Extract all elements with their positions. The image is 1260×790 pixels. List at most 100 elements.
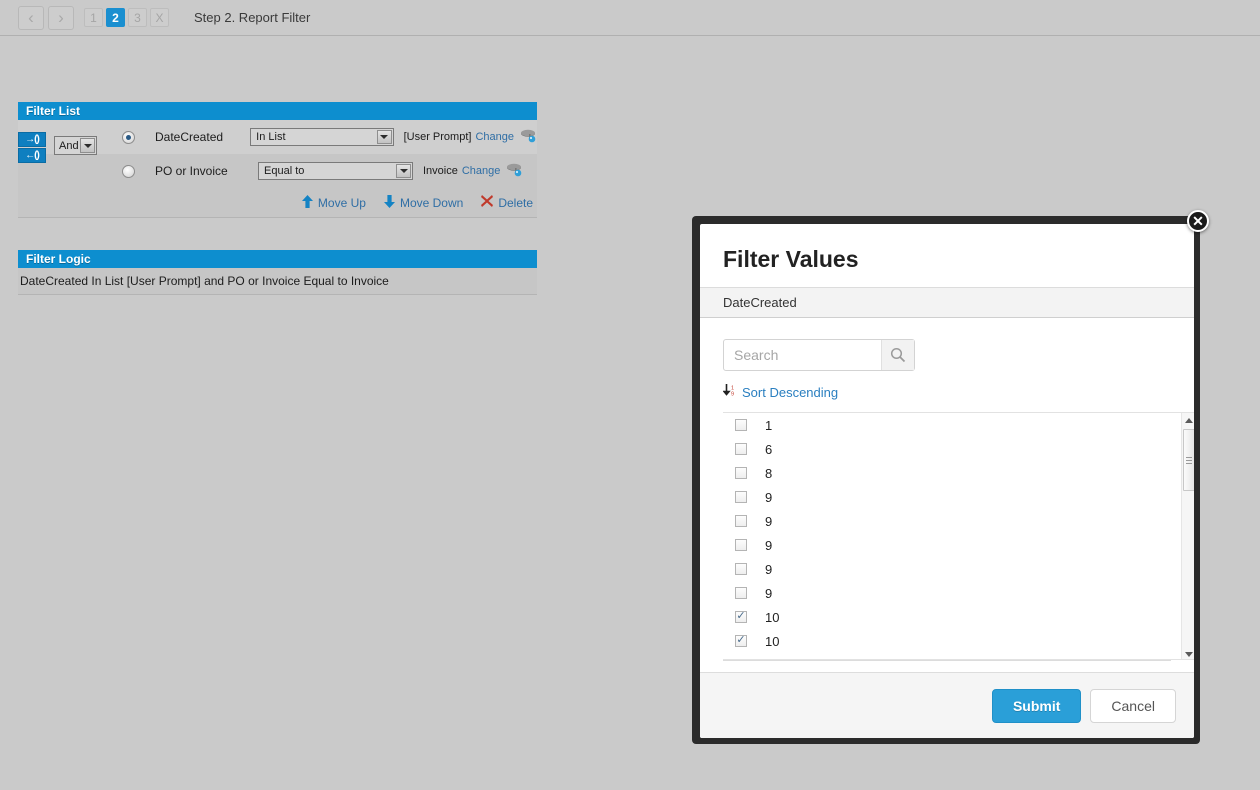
filter-logic-panel: Filter Logic DateCreated In List [User P… bbox=[18, 250, 537, 295]
filter-values-list-inner: 1 6 8 9 9 9 9 9 ✓ 10 ✓ 10 ✓ bbox=[723, 413, 1185, 660]
search-input[interactable] bbox=[724, 341, 874, 369]
list-item-checkbox[interactable] bbox=[735, 419, 747, 431]
sort-row: 1 9 Sort Descending bbox=[722, 383, 1171, 402]
filter-row[interactable]: PO or Invoice Equal to Invoice Change bbox=[18, 154, 537, 188]
filter-value-area: Invoice Change bbox=[423, 163, 523, 180]
change-value-link[interactable]: Change bbox=[462, 165, 501, 177]
list-item-checkbox[interactable] bbox=[735, 491, 747, 503]
close-icon[interactable]: ✕ bbox=[1187, 210, 1209, 232]
list-item-checkbox[interactable] bbox=[735, 443, 747, 455]
delete-label: Delete bbox=[498, 195, 533, 210]
filter-operator-select[interactable]: In List bbox=[250, 128, 394, 146]
move-up-button[interactable]: Move Up bbox=[301, 194, 366, 211]
list-item-checkbox[interactable] bbox=[735, 539, 747, 551]
list-item[interactable]: 9 bbox=[723, 509, 1185, 533]
filter-operator-select[interactable]: Equal to bbox=[258, 162, 413, 180]
list-item-checkbox[interactable] bbox=[735, 587, 747, 599]
filter-list-panel: Filter List →() ←() And DateCreated In L… bbox=[18, 102, 537, 218]
filter-logic-header: Filter Logic bbox=[18, 250, 537, 268]
scroll-down-icon[interactable] bbox=[1182, 647, 1194, 659]
filter-list-header: Filter List bbox=[18, 102, 537, 120]
list-item-label: 10 bbox=[765, 658, 779, 660]
list-item-label: 1 bbox=[765, 417, 773, 433]
parenthesis-controls: →() ←() bbox=[18, 132, 48, 164]
add-close-paren-button[interactable]: ←() bbox=[18, 148, 46, 163]
list-item-label: 9 bbox=[765, 513, 773, 529]
list-item[interactable]: 10 bbox=[723, 653, 1185, 660]
list-item-checkbox[interactable] bbox=[735, 635, 747, 647]
scroll-up-icon[interactable] bbox=[1182, 413, 1194, 427]
prev-step-button[interactable]: ‹ bbox=[18, 5, 44, 30]
search-icon[interactable] bbox=[881, 340, 914, 370]
change-value-link[interactable]: Change bbox=[475, 131, 514, 143]
chevron-down-icon[interactable] bbox=[376, 130, 392, 144]
list-item[interactable]: 10 bbox=[723, 629, 1185, 653]
filter-value-text: Invoice bbox=[423, 165, 458, 177]
page-button-1[interactable]: 1 bbox=[84, 8, 103, 27]
toolbar-inner: ‹ › 1 2 3 X Step 2. Report Filter bbox=[0, 5, 311, 30]
list-item[interactable]: 6 bbox=[723, 437, 1185, 461]
search-field-wrapper[interactable] bbox=[723, 339, 915, 371]
list-item-checkbox[interactable] bbox=[735, 515, 747, 527]
list-item[interactable]: 10 bbox=[723, 605, 1185, 629]
cancel-button[interactable]: Cancel bbox=[1090, 688, 1176, 723]
chevron-down-icon[interactable] bbox=[80, 138, 95, 153]
prev-arrow-icon: ‹ bbox=[28, 8, 34, 27]
list-item[interactable]: 8 bbox=[723, 461, 1185, 485]
dialog-title: Filter Values bbox=[723, 246, 859, 272]
dialog-subtitle: DateCreated bbox=[700, 287, 1194, 318]
scrollbar-thumb[interactable] bbox=[1183, 429, 1194, 491]
page-button-3[interactable]: 3 bbox=[128, 8, 147, 27]
connector-value: And bbox=[59, 139, 79, 152]
sort-descending-link[interactable]: Sort Descending bbox=[742, 385, 838, 400]
filter-dish-icon[interactable] bbox=[506, 163, 523, 180]
list-item-label: 9 bbox=[765, 489, 773, 505]
top-toolbar: ‹ › 1 2 3 X Step 2. Report Filter bbox=[0, 0, 1260, 36]
list-item-checkbox[interactable] bbox=[735, 467, 747, 479]
list-item-label: 6 bbox=[765, 441, 773, 457]
move-down-button[interactable]: Move Down bbox=[383, 194, 464, 211]
filter-field-label: PO or Invoice bbox=[155, 164, 228, 178]
list-item[interactable]: 9 bbox=[723, 557, 1185, 581]
list-item-label: 8 bbox=[765, 465, 773, 481]
filter-operator-value: In List bbox=[256, 131, 286, 143]
list-item[interactable]: 9 bbox=[723, 485, 1185, 509]
filter-values-list[interactable]: 1 6 8 9 9 9 9 9 ✓ 10 ✓ 10 ✓ bbox=[723, 412, 1194, 660]
list-scrollbar[interactable] bbox=[1181, 413, 1194, 659]
chevron-down-icon[interactable] bbox=[396, 164, 411, 178]
arrow-up-icon bbox=[301, 194, 313, 211]
list-item-checkbox[interactable] bbox=[735, 611, 747, 623]
list-item[interactable]: 1 bbox=[723, 413, 1185, 437]
dialog-footer: Submit Cancel bbox=[700, 672, 1194, 738]
list-item-label: 10 bbox=[765, 609, 780, 625]
next-step-button[interactable]: › bbox=[48, 5, 74, 30]
scrollbar-grip-icon bbox=[1186, 455, 1192, 466]
filter-dish-icon[interactable] bbox=[520, 129, 537, 146]
list-item-checkbox[interactable] bbox=[735, 563, 747, 575]
filter-values-dialog: Filter Values DateCreated 1 9 Sort Desce… bbox=[700, 224, 1194, 738]
filter-row-radio[interactable] bbox=[122, 130, 135, 144]
add-open-paren-button[interactable]: →() bbox=[18, 132, 46, 147]
list-item-checkbox[interactable] bbox=[735, 659, 747, 660]
connector-select[interactable]: And bbox=[54, 136, 97, 155]
filter-logic-expression: DateCreated In List [User Prompt] and PO… bbox=[18, 268, 537, 295]
dialog-body: 1 9 Sort Descending 1 6 8 bbox=[700, 339, 1194, 696]
page-title: Step 2. Report Filter bbox=[194, 10, 311, 25]
submit-button[interactable]: Submit bbox=[991, 688, 1082, 723]
list-item[interactable]: 9 bbox=[723, 533, 1185, 557]
list-item-label: 9 bbox=[765, 561, 773, 577]
filter-value-area: [User Prompt] Change bbox=[404, 129, 537, 146]
list-item-label: 10 bbox=[765, 633, 780, 649]
filter-row-radio[interactable] bbox=[122, 164, 135, 178]
move-down-label: Move Down bbox=[399, 195, 464, 210]
filter-rows: →() ←() And DateCreated In List [User Pr… bbox=[18, 120, 537, 188]
delete-x-icon bbox=[481, 195, 494, 210]
filter-field-label: DateCreated bbox=[155, 130, 224, 144]
list-item[interactable]: 9 bbox=[723, 581, 1185, 605]
page-button-close[interactable]: X bbox=[150, 8, 169, 27]
arrow-down-icon bbox=[383, 194, 395, 211]
list-item-label: 9 bbox=[765, 585, 773, 601]
filter-row-actions: Move Up Move Down Delete bbox=[18, 188, 537, 218]
page-button-2[interactable]: 2 bbox=[106, 8, 125, 27]
delete-button[interactable]: Delete bbox=[481, 195, 533, 210]
